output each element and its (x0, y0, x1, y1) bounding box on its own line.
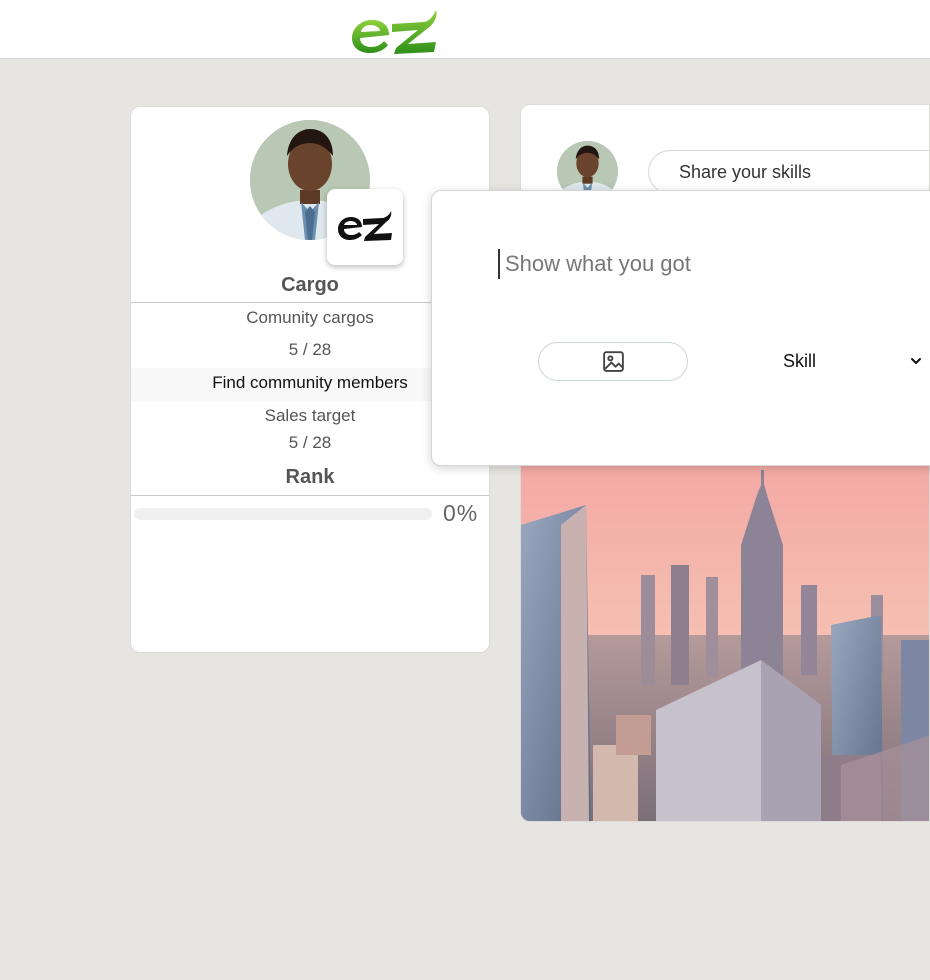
chevron-down-icon (911, 358, 921, 364)
compose-text-area[interactable]: Show what you got (498, 249, 691, 279)
compose-post-panel: Show what you got Skill (431, 190, 930, 466)
skill-select[interactable]: Skill (772, 346, 930, 376)
ez-badge-logo[interactable] (327, 189, 403, 265)
skill-select-label: Skill (783, 350, 817, 371)
image-icon (602, 351, 624, 372)
city-skyline-photo (521, 465, 929, 821)
add-image-button[interactable] (538, 342, 688, 381)
rank-label: Rank (285, 466, 335, 488)
ez-logo[interactable] (350, 4, 440, 56)
rank-percent: 0% (443, 500, 479, 526)
divider (131, 495, 489, 496)
top-bar (0, 0, 930, 59)
share-skills-input[interactable]: Share your skills (648, 150, 929, 194)
rank-progress-bar (134, 508, 432, 520)
